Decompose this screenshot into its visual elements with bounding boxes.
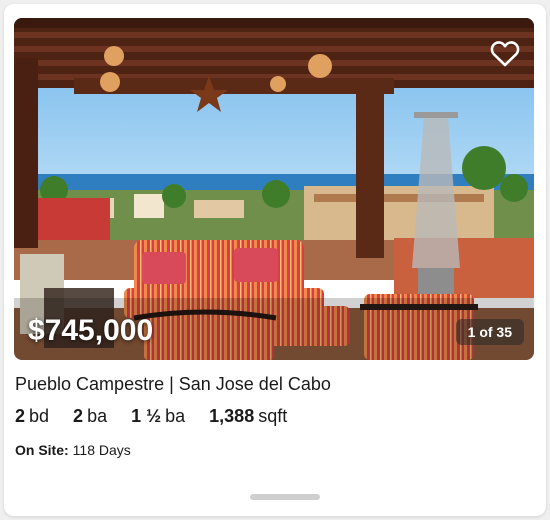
half-baths-unit: ba	[165, 406, 186, 426]
area-spec: 1,388 sqft	[209, 406, 287, 427]
beds-spec: 2 bd	[15, 406, 49, 427]
listing-specs: 2 bd 2 ba 1 ½ ba 1,388 sqft	[15, 406, 287, 427]
full-baths-value: 2	[73, 406, 84, 426]
on-site-label: On Site:	[15, 442, 69, 458]
area-value: 1,388	[209, 406, 255, 426]
patio-view-image	[14, 18, 534, 360]
photo-counter-badge: 1 of 35	[455, 319, 524, 345]
on-site-value: 118 Days	[72, 442, 131, 458]
days-on-site: On Site: 118 Days	[15, 442, 131, 458]
favorite-button[interactable]	[488, 36, 522, 70]
listing-title[interactable]: Pueblo Campestre | San Jose del Cabo	[15, 374, 331, 395]
area-unit: sqft	[258, 406, 288, 426]
full-baths-unit: ba	[87, 406, 108, 426]
full-baths-spec: 2 ba	[73, 406, 107, 427]
drag-handle[interactable]	[250, 494, 320, 500]
heart-outline-icon	[490, 41, 520, 67]
listing-card[interactable]: $745,000 1 of 35 Pueblo Campestre | San …	[4, 4, 546, 516]
beds-value: 2	[15, 406, 26, 426]
listing-photo[interactable]: $745,000 1 of 35	[14, 18, 534, 360]
listing-price: $745,000	[28, 314, 154, 347]
half-baths-spec: 1 ½ ba	[131, 406, 185, 427]
half-baths-value: 1 ½	[131, 406, 162, 426]
beds-unit: bd	[29, 406, 50, 426]
